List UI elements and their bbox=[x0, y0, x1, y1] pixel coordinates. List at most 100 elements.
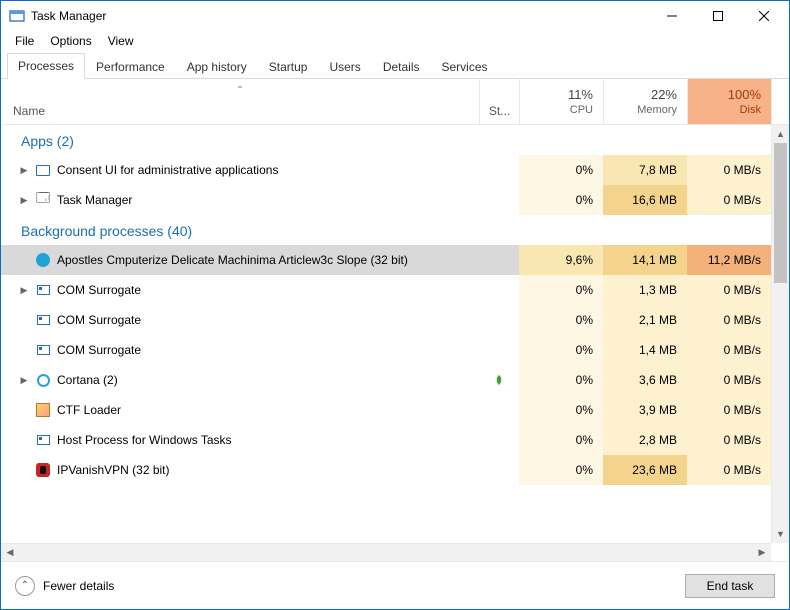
menu-view[interactable]: View bbox=[102, 32, 140, 50]
disk-cell: 0 MB/s bbox=[687, 425, 771, 455]
row-apostles[interactable]: Apostles Cmputerize Delicate Machinima A… bbox=[1, 245, 771, 275]
scroll-spacer bbox=[771, 79, 789, 124]
tabstrip: Processes Performance App history Startu… bbox=[1, 51, 789, 79]
col-memory[interactable]: 22% Memory bbox=[603, 79, 687, 124]
disk-cell: 0 MB/s bbox=[687, 365, 771, 395]
maximize-button[interactable] bbox=[695, 1, 741, 31]
disk-cell: 0 MB/s bbox=[687, 155, 771, 185]
app-icon bbox=[35, 252, 51, 268]
component-icon bbox=[35, 282, 51, 298]
menu-options[interactable]: Options bbox=[44, 32, 97, 50]
disk-cell: 0 MB/s bbox=[687, 455, 771, 485]
cortana-icon bbox=[35, 372, 51, 388]
vertical-scrollbar[interactable]: ▲ ▼ bbox=[771, 125, 789, 543]
window-title: Task Manager bbox=[31, 9, 649, 23]
leaf-icon bbox=[493, 374, 505, 386]
mem-cell: 2,1 MB bbox=[603, 305, 687, 335]
row-host-process[interactable]: Host Process for Windows Tasks 0% 2,8 MB… bbox=[1, 425, 771, 455]
close-button[interactable] bbox=[741, 1, 787, 31]
disk-lbl: Disk bbox=[740, 104, 761, 116]
mem-cell: 1,4 MB bbox=[603, 335, 687, 365]
cpu-cell: 0% bbox=[519, 335, 603, 365]
col-status-label: St... bbox=[489, 104, 510, 118]
sort-indicator-icon: ⌃ bbox=[236, 85, 244, 96]
chevron-right-icon[interactable]: ▶ bbox=[19, 165, 29, 176]
tab-app-history[interactable]: App history bbox=[176, 54, 258, 79]
process-name: Consent UI for administrative applicatio… bbox=[57, 163, 278, 177]
tab-startup[interactable]: Startup bbox=[258, 54, 319, 79]
scroll-down-icon[interactable]: ▼ bbox=[772, 525, 789, 543]
process-list: Apps (2) ▶ Consent UI for administrative… bbox=[1, 125, 789, 561]
end-task-label: End task bbox=[707, 579, 754, 593]
disk-cell: 0 MB/s bbox=[687, 395, 771, 425]
row-com-surrogate-2[interactable]: COM Surrogate 0% 2,1 MB 0 MB/s bbox=[1, 305, 771, 335]
process-name: Task Manager bbox=[57, 193, 132, 207]
col-name-label: Name bbox=[13, 104, 45, 118]
chevron-right-icon[interactable]: ▶ bbox=[19, 285, 29, 296]
col-cpu[interactable]: 11% CPU bbox=[519, 79, 603, 124]
chevron-right-icon[interactable]: ▶ bbox=[19, 195, 29, 206]
disk-cell: 0 MB/s bbox=[687, 305, 771, 335]
process-name: COM Surrogate bbox=[57, 343, 141, 357]
component-icon bbox=[35, 432, 51, 448]
mem-cell: 16,6 MB bbox=[603, 185, 687, 215]
tab-details[interactable]: Details bbox=[372, 54, 431, 79]
process-name: CTF Loader bbox=[57, 403, 121, 417]
column-headers: ⌃ Name St... 11% CPU 22% Memory 100% Dis… bbox=[1, 79, 789, 125]
col-name[interactable]: ⌃ Name bbox=[1, 79, 479, 124]
status-cell bbox=[479, 374, 519, 386]
col-disk[interactable]: 100% Disk bbox=[687, 79, 771, 124]
horizontal-scrollbar[interactable]: ◀ ▶ bbox=[1, 543, 771, 561]
tab-services[interactable]: Services bbox=[431, 54, 499, 79]
row-com-surrogate-3[interactable]: COM Surrogate 0% 1,4 MB 0 MB/s bbox=[1, 335, 771, 365]
scroll-thumb[interactable] bbox=[774, 143, 787, 283]
cpu-pct: 11% bbox=[568, 87, 593, 102]
disk-cell: 11,2 MB/s bbox=[687, 245, 771, 275]
task-manager-icon: 🗔 bbox=[35, 192, 51, 208]
process-name: Cortana (2) bbox=[57, 373, 118, 387]
app-icon bbox=[9, 8, 25, 24]
chevron-up-icon: ⌃ bbox=[15, 576, 35, 596]
ipvanish-icon bbox=[35, 462, 51, 478]
end-task-button[interactable]: End task bbox=[685, 574, 775, 598]
cpu-lbl: CPU bbox=[570, 104, 593, 116]
disk-cell: 0 MB/s bbox=[687, 335, 771, 365]
mem-cell: 23,6 MB bbox=[603, 455, 687, 485]
process-name: COM Surrogate bbox=[57, 283, 141, 297]
tab-processes[interactable]: Processes bbox=[7, 53, 85, 79]
fewer-details-button[interactable]: ⌃ Fewer details bbox=[15, 576, 675, 596]
cpu-cell: 0% bbox=[519, 185, 603, 215]
row-com-surrogate-1[interactable]: ▶ COM Surrogate 0% 1,3 MB 0 MB/s bbox=[1, 275, 771, 305]
menu-file[interactable]: File bbox=[9, 32, 40, 50]
titlebar: Task Manager bbox=[1, 1, 789, 31]
component-icon bbox=[35, 312, 51, 328]
scroll-right-icon[interactable]: ▶ bbox=[753, 544, 771, 561]
ctf-icon bbox=[35, 402, 51, 418]
scroll-up-icon[interactable]: ▲ bbox=[772, 125, 789, 143]
row-task-manager[interactable]: ▶ 🗔 Task Manager 0% 16,6 MB 0 MB/s bbox=[1, 185, 771, 215]
row-consent-ui[interactable]: ▶ Consent UI for administrative applicat… bbox=[1, 155, 771, 185]
col-status[interactable]: St... bbox=[479, 79, 519, 124]
tab-users[interactable]: Users bbox=[318, 54, 371, 79]
minimize-button[interactable] bbox=[649, 1, 695, 31]
group-apps[interactable]: Apps (2) bbox=[1, 125, 771, 155]
process-name: Host Process for Windows Tasks bbox=[57, 433, 232, 447]
group-background[interactable]: Background processes (40) bbox=[1, 215, 771, 245]
row-cortana[interactable]: ▶ Cortana (2) 0% 3,6 MB 0 MB/s bbox=[1, 365, 771, 395]
mem-lbl: Memory bbox=[637, 104, 677, 116]
row-ctf-loader[interactable]: CTF Loader 0% 3,9 MB 0 MB/s bbox=[1, 395, 771, 425]
process-name: Apostles Cmputerize Delicate Machinima A… bbox=[57, 253, 408, 267]
cpu-cell: 9,6% bbox=[519, 245, 603, 275]
mem-cell: 3,9 MB bbox=[603, 395, 687, 425]
scroll-left-icon[interactable]: ◀ bbox=[1, 544, 19, 561]
cpu-cell: 0% bbox=[519, 365, 603, 395]
chevron-right-icon[interactable]: ▶ bbox=[19, 375, 29, 386]
mem-pct: 22% bbox=[651, 87, 677, 102]
disk-cell: 0 MB/s bbox=[687, 275, 771, 305]
mem-cell: 3,6 MB bbox=[603, 365, 687, 395]
cpu-cell: 0% bbox=[519, 275, 603, 305]
footer: ⌃ Fewer details End task bbox=[1, 561, 789, 609]
row-ipvanish[interactable]: IPVanishVPN (32 bit) 0% 23,6 MB 0 MB/s bbox=[1, 455, 771, 485]
process-name: COM Surrogate bbox=[57, 313, 141, 327]
tab-performance[interactable]: Performance bbox=[85, 54, 176, 79]
